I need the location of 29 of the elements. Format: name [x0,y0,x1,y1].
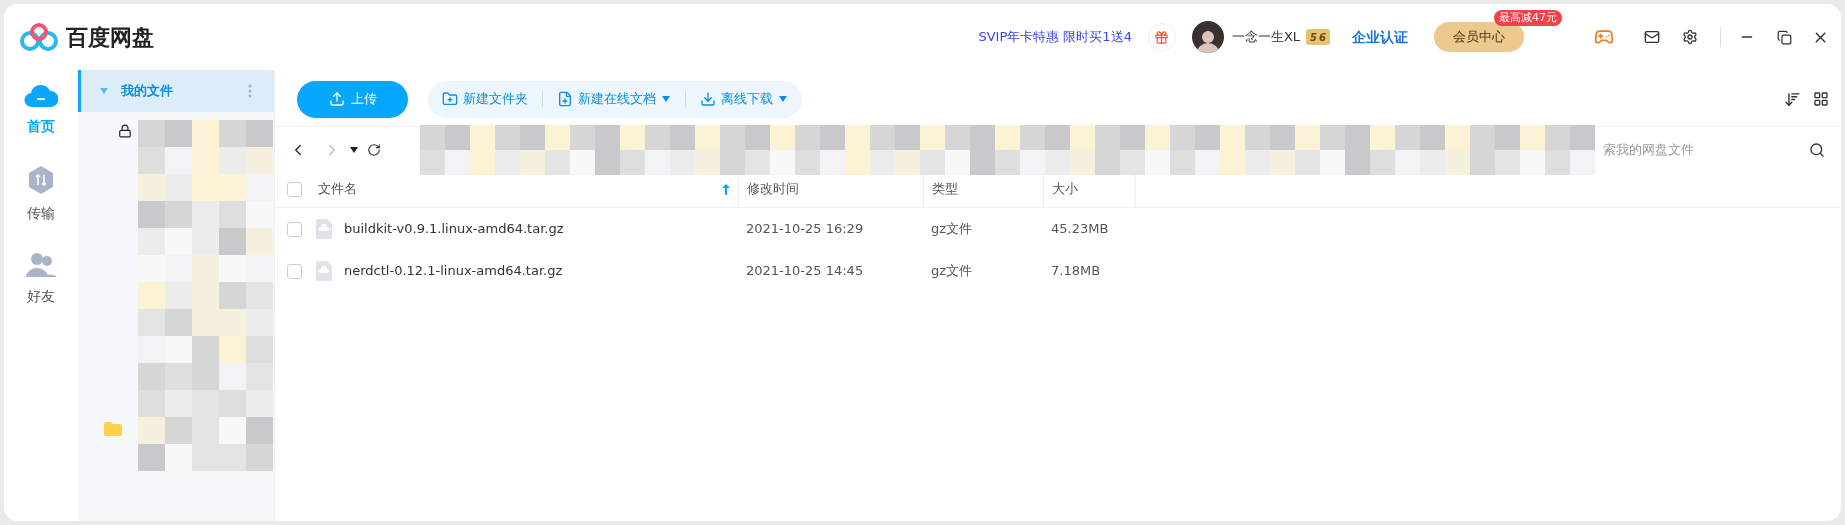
file-size: 45.23MB [1050,220,1110,239]
rail-item[interactable]: 传输 [27,165,55,224]
file-row[interactable]: nerdctl-0.12.1-linux-amd64.tar.gz 2021-10-25 14:45 gz文件 7.18MB [275,250,1841,292]
file-type: gz文件 [930,220,974,239]
app-name: 百度网盘 [66,23,154,52]
discount-tag: 最高减47元 [1494,10,1562,26]
rail-label: 好友 [27,287,55,306]
rail-label: 传输 [27,204,55,223]
user-name[interactable]: 一念一生XL [1231,27,1301,47]
file-name: nerdctl-0.12.1-linux-amd64.tar.gz [344,262,563,281]
badge-number: 5 [1310,30,1318,45]
rail-label: 首页 [27,117,55,136]
file-size: 7.18MB [1050,262,1102,281]
vip-center-button[interactable]: 会员中心 [1434,22,1524,52]
tree-label: 我的文件 [121,82,174,101]
column-header[interactable]: 修改时间 [738,172,923,207]
column-header[interactable]: 文件名 [318,172,738,207]
search-field[interactable]: 索我的网盘文件 [1599,132,1829,167]
promo-link[interactable]: SVIP年卡特惠 限时买1送4 [978,27,1132,47]
modified-time: 2021-10-25 14:45 [745,262,865,281]
file-row[interactable]: buildkit-v0.9.1.linux-amd64.tar.gz 2021-10-25 16:29 gz文件 45.23MB [275,208,1841,250]
file-type: gz文件 [930,262,974,281]
search-input[interactable]: 索我的网盘文件 [1603,139,1809,160]
modified-time: 2021-10-25 16:29 [745,220,865,239]
file-name: buildkit-v0.9.1.linux-amd64.tar.gz [344,220,564,239]
badge-number: 6 [1319,30,1326,45]
enterprise-link[interactable]: 企业认证 [1352,26,1408,48]
rail-item[interactable]: 好友 [26,252,56,307]
column-header[interactable]: 类型 [923,172,1043,207]
